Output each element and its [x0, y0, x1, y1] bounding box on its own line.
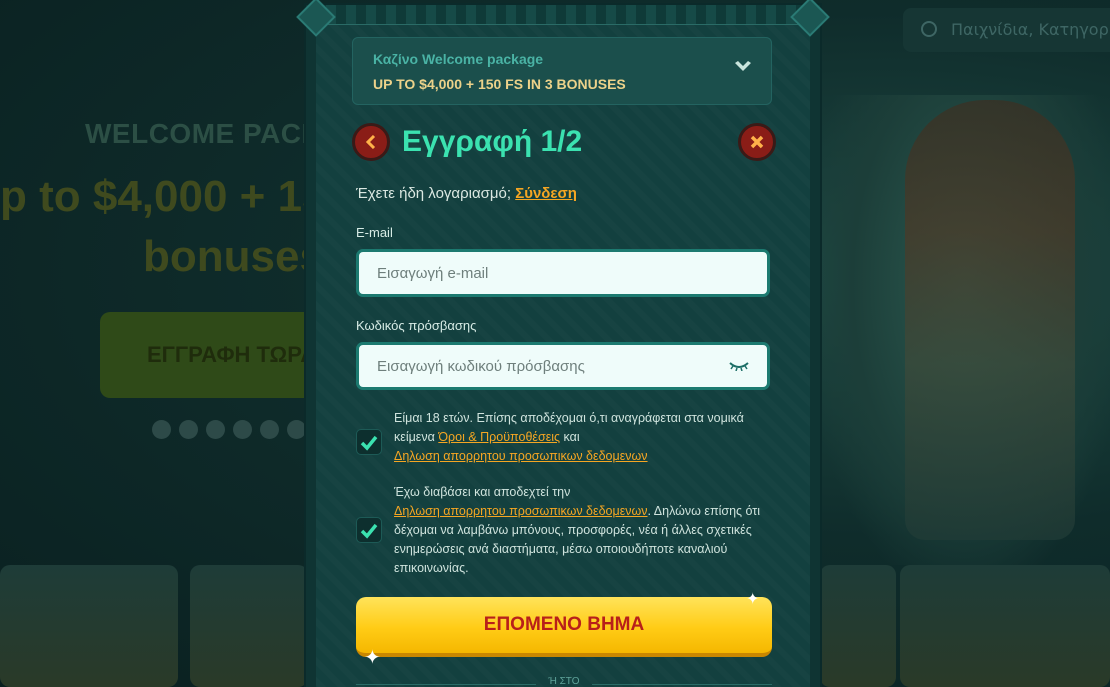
modal-frame-ornament	[316, 5, 810, 25]
or-divider: Ή ΣΤΟ	[356, 676, 772, 687]
registration-modal: Καζίνο Welcome package UP TO $4,000 + 15…	[296, 0, 830, 687]
terms-text: Είμαι 18 ετών. Επίσης αποδέχομαι ό,τι αν…	[394, 409, 770, 466]
marketing-text: Έχω διαβάσει και αποδεχτεί την Δηλωση απ…	[394, 483, 770, 578]
search-placeholder: Παιχνίδια, Κατηγορ	[951, 20, 1109, 39]
payment-icon	[206, 420, 225, 439]
game-tile	[0, 565, 178, 687]
hero-register-button: ΕΓΓΡΑΦΗ ΤΩΡΑ	[100, 312, 330, 398]
terms-conditions-link[interactable]: Όροι & Προϋποθέσεις	[438, 430, 560, 444]
payment-icon	[179, 420, 198, 439]
payment-icon	[287, 420, 306, 439]
email-field[interactable]: Εισαγωγή e-mail	[356, 249, 770, 297]
login-link[interactable]: Σύνδεση	[515, 185, 577, 202]
terms-text-part: και	[560, 430, 580, 444]
eye-closed-icon[interactable]	[729, 361, 749, 371]
password-placeholder: Εισαγωγή κωδικού πρόσβασης	[377, 357, 585, 375]
payment-icons	[152, 420, 306, 439]
email-label: E-mail	[356, 225, 393, 240]
welcome-package-title: Καζίνο Welcome package	[373, 51, 544, 67]
back-button[interactable]	[352, 123, 390, 161]
sparkle-icon: ✦	[746, 589, 760, 608]
hero-amount: p to $4,000 + 15	[0, 172, 327, 221]
game-tile	[190, 565, 308, 687]
payment-icon	[233, 420, 252, 439]
payment-icon	[152, 420, 171, 439]
terms-checkbox-row: Είμαι 18 ετών. Επίσης αποδέχομαι ό,τι αν…	[356, 409, 770, 469]
hero-welcome-heading: WELCOME PACK	[85, 118, 323, 149]
have-account-prompt: Έχετε ήδη λογαριασμό; Σύνδεση	[356, 185, 577, 202]
sparkle-icon: ✦	[364, 645, 381, 669]
chevron-down-icon	[735, 61, 751, 71]
chevron-left-icon	[365, 134, 376, 150]
welcome-package-dropdown[interactable]: Καζίνο Welcome package UP TO $4,000 + 15…	[352, 37, 772, 105]
have-account-text: Έχετε ήδη λογαριασμό;	[356, 185, 512, 202]
marketing-checkbox-row: Έχω διαβάσει και αποδεχτεί την Δηλωση απ…	[356, 483, 770, 583]
privacy-policy-link[interactable]: Δηλωση απορρητου προσωπικων δεδομενων	[394, 504, 648, 518]
game-tile	[820, 565, 896, 687]
modal-title: Εγγραφή 1/2	[402, 125, 583, 158]
next-step-button[interactable]: ΕΠΟΜΕΝΟ ΒΗΜΑ	[356, 597, 772, 657]
hero-bonuses: bonuses	[143, 232, 324, 281]
password-label: Κωδικός πρόσβασης	[356, 318, 477, 333]
checkmark-icon	[360, 523, 378, 539]
password-field[interactable]: Εισαγωγή κωδικού πρόσβασης	[356, 342, 770, 390]
game-tile	[900, 565, 1110, 687]
privacy-policy-link[interactable]: Δηλωση απορρητου προσωπικων δεδομενων	[394, 449, 648, 463]
modal-header: Εγγραφή 1/2	[352, 123, 776, 167]
character-illustration	[905, 100, 1075, 540]
marketing-text-part: Έχω διαβάσει και αποδεχτεί την	[394, 485, 571, 499]
background-search: Παιχνίδια, Κατηγορ	[903, 8, 1110, 52]
payment-icon	[260, 420, 279, 439]
marketing-checkbox[interactable]	[356, 517, 382, 543]
email-placeholder: Εισαγωγή e-mail	[377, 264, 489, 282]
checkmark-icon	[360, 435, 378, 451]
close-button[interactable]	[738, 123, 776, 161]
terms-checkbox[interactable]	[356, 429, 382, 455]
search-icon	[921, 21, 937, 37]
welcome-package-subtitle: UP TO $4,000 + 150 FS IN 3 BONUSES	[373, 76, 626, 92]
close-icon	[750, 135, 764, 149]
